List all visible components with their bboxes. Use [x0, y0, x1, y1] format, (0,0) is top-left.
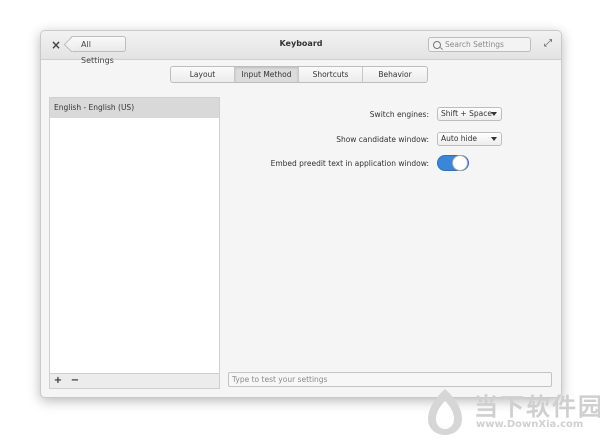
- tab-layout[interactable]: Layout: [171, 67, 235, 82]
- candidate-window-label: Show candidate window:: [336, 135, 429, 144]
- embed-preedit-toggle[interactable]: [437, 155, 469, 171]
- candidate-window-dropdown[interactable]: Auto hide: [437, 132, 502, 146]
- switch-engines-label: Switch engines:: [369, 110, 429, 119]
- search-field[interactable]: [428, 37, 531, 52]
- switch-engines-value: Shift + Space: [441, 109, 492, 118]
- chevron-down-icon: [491, 137, 497, 141]
- candidate-window-value: Auto hide: [441, 134, 478, 143]
- tab-behavior[interactable]: Behavior: [363, 67, 427, 82]
- embed-preedit-label: Embed preedit text in application window…: [270, 159, 429, 168]
- switch-engines-dropdown[interactable]: Shift + Space: [437, 107, 502, 121]
- titlebar: × All Settings Keyboard ⤢: [41, 31, 561, 65]
- toggle-knob: [452, 155, 468, 171]
- remove-button[interactable]: −: [67, 374, 83, 387]
- maximize-icon[interactable]: ⤢: [541, 37, 555, 51]
- add-button[interactable]: +: [50, 374, 66, 387]
- settings-window: × All Settings Keyboard ⤢ Layout Input M…: [40, 30, 562, 398]
- search-input[interactable]: [445, 38, 527, 51]
- watermark-logo-icon: [428, 389, 462, 435]
- watermark-text-en: www.DownXia.com: [476, 419, 584, 430]
- tab-bar: Layout Input Method Shortcuts Behavior: [170, 66, 428, 83]
- chevron-down-icon: [491, 112, 497, 116]
- list-item[interactable]: English - English (US): [50, 98, 219, 118]
- watermark: 当下软件园 www.DownXia.com: [418, 383, 600, 441]
- watermark-text-cn: 当下软件园: [474, 393, 600, 421]
- list-toolbar: + −: [50, 373, 219, 388]
- input-method-list: English - English (US) + −: [49, 97, 220, 389]
- tab-input-method[interactable]: Input Method: [235, 67, 299, 82]
- search-icon: [433, 41, 441, 49]
- tab-shortcuts[interactable]: Shortcuts: [299, 67, 363, 82]
